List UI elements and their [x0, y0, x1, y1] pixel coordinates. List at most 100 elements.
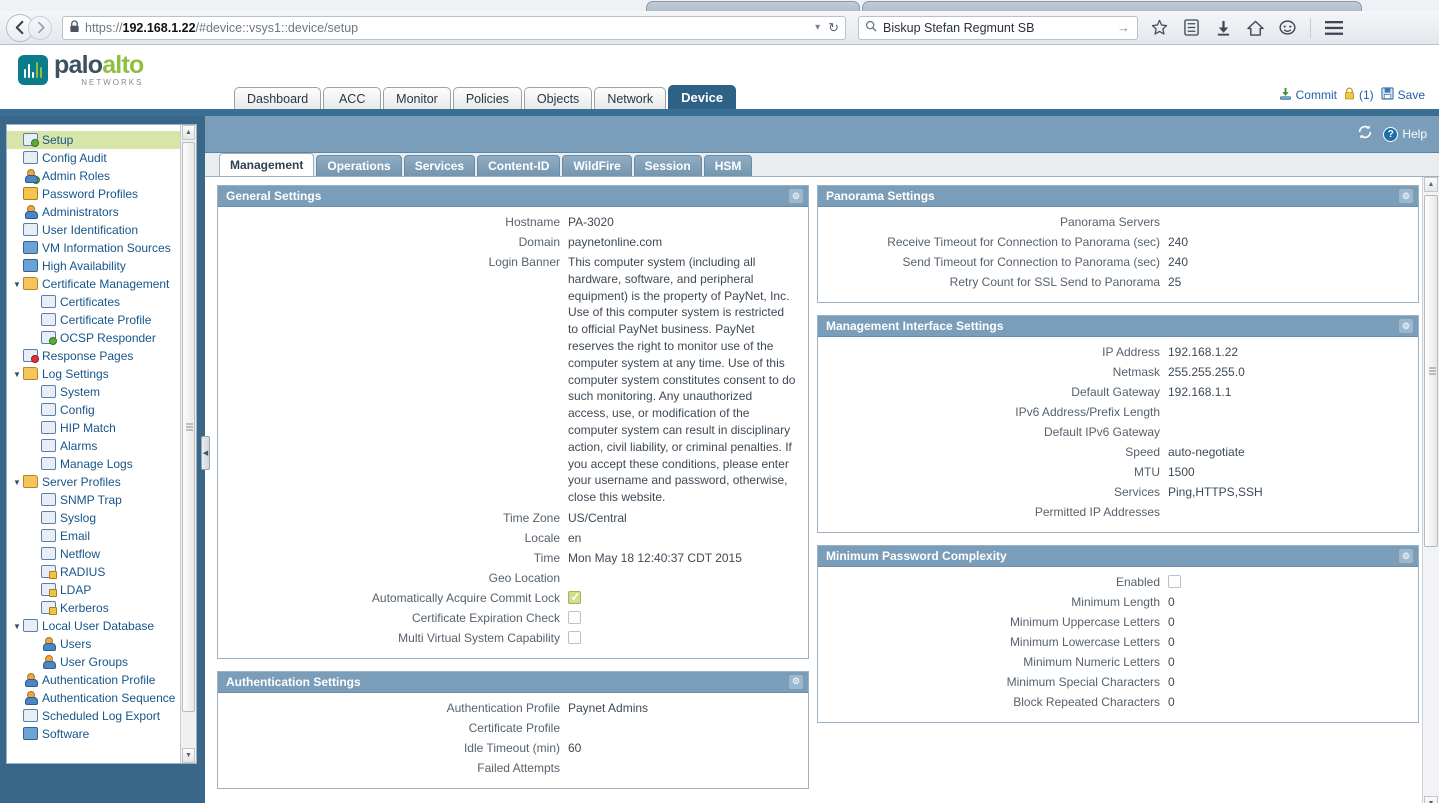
download-icon[interactable]	[1214, 18, 1233, 37]
chevron-down-icon[interactable]: ▼	[11, 622, 23, 631]
gear-icon[interactable]: ⚙	[1399, 189, 1413, 203]
sidebar-scrollbar[interactable]: ▲ ▼	[180, 125, 196, 763]
sidebar-item-kerberos[interactable]: Kerberos	[7, 599, 196, 617]
setting-value: Paynet Admins	[568, 700, 649, 715]
sidebar-item-server-profiles[interactable]: ▼ Server Profiles	[7, 473, 196, 491]
subtab-session[interactable]: Session	[633, 155, 702, 176]
refresh-icon[interactable]	[1357, 124, 1373, 144]
url-path: /#device::vsys1::device/setup	[195, 20, 359, 35]
tab-objects[interactable]: Objects	[523, 87, 593, 109]
subtab-operations[interactable]: Operations	[316, 155, 402, 176]
sidebar-item-label: Response Pages	[42, 349, 134, 363]
sidebar-item-config-audit[interactable]: Config Audit	[7, 149, 196, 167]
tab-acc[interactable]: ACC	[323, 87, 382, 109]
sidebar-item-high-availability[interactable]: High Availability	[7, 257, 196, 275]
sidebar-item-log-settings[interactable]: ▼ Log Settings	[7, 365, 196, 383]
sidebar-item-label: Alarms	[60, 439, 98, 453]
sidebar-item-scheduled-log-export[interactable]: Scheduled Log Export	[7, 707, 196, 725]
sidebar-item-administrators[interactable]: Administrators	[7, 203, 196, 221]
subtab-wildfire[interactable]: WildFire	[562, 155, 632, 176]
sidebar-item-admin-roles[interactable]: Admin Roles	[7, 167, 196, 185]
tab-network[interactable]: Network	[594, 87, 667, 109]
tab-monitor[interactable]: Monitor	[383, 87, 451, 109]
sidebar-item-manage-logs[interactable]: Manage Logs	[7, 455, 196, 473]
sidebar-item-user-groups[interactable]: User Groups	[7, 653, 196, 671]
chevron-down-icon[interactable]: ▼	[11, 280, 23, 289]
subtab-content-id[interactable]: Content-ID	[477, 155, 561, 176]
library-icon[interactable]	[1182, 18, 1201, 37]
sidebar-item-certificate-profile[interactable]: Certificate Profile	[7, 311, 196, 329]
setting-checkbox[interactable]	[568, 630, 581, 644]
sidebar-item-software[interactable]: Software	[7, 725, 196, 743]
sidebar-scrollbar-thumb[interactable]	[182, 142, 195, 712]
config-lock-indicator[interactable]: (1)	[1344, 87, 1374, 103]
sidebar-item-local-user-database[interactable]: ▼ Local User Database	[7, 617, 196, 635]
subtab-hsm[interactable]: HSM	[703, 155, 753, 176]
badge-icon	[49, 336, 57, 345]
sidebar-item-hip-match[interactable]: HIP Match	[7, 419, 196, 437]
sidebar-item-setup[interactable]: Setup	[7, 131, 196, 149]
gear-icon[interactable]: ⚙	[789, 674, 803, 689]
url-bar[interactable]: https://192.168.1.22/#device::vsys1::dev…	[62, 15, 846, 40]
setting-value: 25	[1168, 275, 1182, 289]
setting-label: Enabled	[1115, 575, 1160, 589]
sidebar-item-syslog[interactable]: Syslog	[7, 509, 196, 527]
sidebar-item-password-profiles[interactable]: Password Profiles	[7, 185, 196, 203]
gear-icon[interactable]: ⚙	[1399, 549, 1413, 563]
sidebar-item-netflow[interactable]: Netflow	[7, 545, 196, 563]
sidebar-item-authentication-profile[interactable]: Authentication Profile	[7, 671, 196, 689]
setting-checkbox[interactable]	[568, 610, 581, 624]
chevron-down-icon[interactable]: ▼	[11, 370, 23, 379]
sidebar-item-users[interactable]: Users	[7, 635, 196, 653]
sidebar-item-response-pages[interactable]: Response Pages	[7, 347, 196, 365]
tab-dashboard[interactable]: Dashboard	[234, 87, 322, 109]
setting-checkbox[interactable]	[568, 590, 581, 604]
sidebar-item-config[interactable]: Config	[7, 401, 196, 419]
setting-value: PA-3020	[568, 215, 614, 229]
reload-icon[interactable]: ↻	[828, 20, 839, 36]
arrow-right-icon[interactable]: →	[1117, 20, 1130, 35]
setting-checkbox[interactable]	[1168, 575, 1181, 588]
sidebar-item-snmp-trap[interactable]: SNMP Trap	[7, 491, 196, 509]
sidebar-collapse-handle[interactable]: ◀	[201, 436, 210, 470]
tab-policies[interactable]: Policies	[452, 87, 522, 109]
scroll-down-icon[interactable]: ▼	[182, 748, 195, 763]
sidebar-item-vm-information-sources[interactable]: VM Information Sources	[7, 239, 196, 257]
content-scrollbar-thumb[interactable]	[1424, 195, 1438, 547]
setting-row: Locale en	[218, 530, 808, 546]
star-icon[interactable]	[1150, 18, 1169, 37]
subtab-management[interactable]: Management	[219, 153, 315, 176]
gear-icon[interactable]: ⚙	[1399, 319, 1413, 333]
chevron-down-icon[interactable]: ▼	[11, 478, 23, 487]
sidebar-item-radius[interactable]: RADIUS	[7, 563, 196, 581]
sidebar-item-system[interactable]: System	[7, 383, 196, 401]
gear-icon[interactable]: ⚙	[789, 189, 803, 203]
chat-icon[interactable]	[1278, 18, 1297, 37]
setting-label: Block Repeated Characters	[1013, 695, 1160, 709]
tab-device[interactable]: Device	[668, 85, 737, 109]
chevron-down-icon[interactable]: ▾	[815, 22, 820, 33]
save-button[interactable]: Save	[1381, 87, 1425, 103]
sidebar-item-user-identification[interactable]: User Identification	[7, 221, 196, 239]
panel-management-interface-settings: Management Interface Settings ⚙ IP Addre…	[817, 315, 1419, 533]
setting-row: Retry Count for SSL Send to Panorama 25	[818, 274, 1418, 290]
help-link[interactable]: ? Help	[1383, 126, 1427, 142]
commit-button[interactable]: Commit	[1279, 87, 1337, 103]
sidebar-item-label: Log Settings	[42, 367, 109, 381]
subtab-services[interactable]: Services	[403, 155, 476, 176]
sidebar-item-certificates[interactable]: Certificates	[7, 293, 196, 311]
scroll-up-icon[interactable]: ▲	[1424, 177, 1438, 192]
home-icon[interactable]	[1246, 18, 1265, 37]
search-input[interactable]: Biskup Stefan Regmunt SB →	[858, 15, 1138, 40]
scroll-down-icon[interactable]: ▼	[1424, 796, 1438, 803]
scroll-up-icon[interactable]: ▲	[182, 125, 195, 140]
menu-icon[interactable]	[1324, 18, 1343, 37]
sidebar-item-authentication-sequence[interactable]: Authentication Sequence	[7, 689, 196, 707]
sidebar-item-ldap[interactable]: LDAP	[7, 581, 196, 599]
sidebar-item-email[interactable]: Email	[7, 527, 196, 545]
sidebar-item-ocsp-responder[interactable]: OCSP Responder	[7, 329, 196, 347]
setting-label: Login Banner	[488, 255, 560, 269]
content-scrollbar[interactable]: ▲ ▼	[1422, 177, 1439, 803]
sidebar-item-alarms[interactable]: Alarms	[7, 437, 196, 455]
sidebar-item-certificate-management[interactable]: ▼ Certificate Management	[7, 275, 196, 293]
